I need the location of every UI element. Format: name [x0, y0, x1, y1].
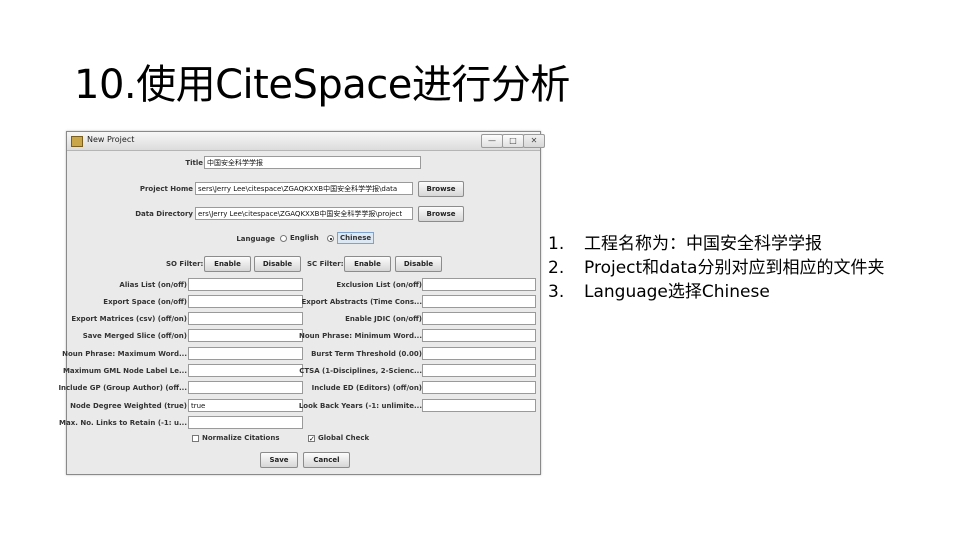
param-label-left: Noun Phrase: Maximum Word...: [62, 350, 187, 358]
param-input-right[interactable]: [422, 329, 536, 342]
list-item: 3. Language选择Chinese: [548, 280, 884, 304]
so-enable-button[interactable]: Enable: [204, 256, 251, 272]
data-directory-browse-button[interactable]: Browse: [418, 206, 464, 222]
param-label-left: Export Matrices (csv) (off/on): [71, 315, 187, 323]
language-label: Language: [236, 235, 275, 243]
param-input-left[interactable]: [188, 381, 303, 394]
param-input-right[interactable]: [422, 347, 536, 360]
param-label-right: CTSA (1-Disciplines, 2-Scienc...: [299, 367, 422, 375]
param-label-left: Alias List (on/off): [119, 281, 187, 289]
param-label-left: Max. No. Links to Retain (-1: u...: [59, 419, 187, 427]
param-input-left[interactable]: true: [188, 399, 303, 412]
maximize-button[interactable]: □: [502, 134, 524, 148]
minimize-button[interactable]: —: [481, 134, 503, 148]
dialog-title: New Project: [87, 135, 135, 144]
param-input-left[interactable]: [188, 347, 303, 360]
new-project-dialog: New Project — □ ✕ Title 中国安全科学学报 Project…: [58, 131, 545, 475]
sc-disable-button[interactable]: Disable: [395, 256, 442, 272]
param-input-left[interactable]: [188, 312, 303, 325]
global-check-label: Global Check: [318, 434, 370, 442]
list-number: 2.: [548, 258, 565, 278]
param-input-right[interactable]: [422, 278, 536, 291]
param-label-left: Maximum GML Node Label Le...: [62, 367, 187, 375]
cancel-button[interactable]: Cancel: [303, 452, 350, 468]
project-home-label: Project Home: [139, 185, 193, 193]
param-label-right: Noun Phrase: Minimum Word...: [299, 332, 422, 340]
param-input-right[interactable]: [422, 399, 536, 412]
param-label-right: Include ED (Editors) (off/on): [311, 384, 422, 392]
param-input-left[interactable]: [188, 416, 303, 429]
list-item: 1. 工程名称为：中国安全科学学报: [548, 232, 884, 256]
param-input-right[interactable]: [422, 364, 536, 377]
normalize-citations-checkbox[interactable]: [192, 435, 199, 442]
notes-list: 1. 工程名称为：中国安全科学学报 2. Project和data分别对应到相应的文…: [548, 232, 884, 304]
project-home-input[interactable]: sers\Jerry Lee\citespace\ZGAQKXXB中国安全科学学…: [195, 182, 413, 195]
sc-filter-label: SC Filter:: [307, 260, 344, 268]
param-label-right: Look Back Years (-1: unlimite...: [298, 402, 422, 410]
title-input[interactable]: 中国安全科学学报: [204, 156, 421, 169]
param-input-left[interactable]: [188, 329, 303, 342]
chinese-radio[interactable]: [327, 235, 334, 242]
list-item: 2. Project和data分别对应到相应的文件夹: [548, 256, 884, 280]
english-label: English: [290, 234, 319, 242]
dialog-titlebar[interactable]: New Project — □ ✕: [67, 132, 545, 151]
data-directory-input[interactable]: ers\Jerry Lee\citespace\ZGAQKXXB中国安全科学学报…: [195, 207, 413, 220]
param-label-right: Exclusion List (on/off): [336, 281, 422, 289]
slide-title: 10.使用CiteSpace进行分析: [74, 62, 570, 108]
param-label-right: Export Abstracts (Time Cons...: [301, 298, 423, 306]
param-input-right[interactable]: [422, 312, 536, 325]
project-home-browse-button[interactable]: Browse: [418, 181, 464, 197]
list-text: Language选择Chinese: [584, 282, 770, 302]
param-label-left: Save Merged Slice (off/on): [82, 332, 187, 340]
title-label: Title: [185, 159, 203, 167]
param-label-left: Node Degree Weighted (true): [70, 402, 187, 410]
so-disable-button[interactable]: Disable: [254, 256, 301, 272]
so-filter-label: SO Filter:: [166, 260, 204, 268]
param-input-right[interactable]: [422, 295, 536, 308]
list-text: 工程名称为：中国安全科学学报: [584, 234, 822, 254]
param-input-right[interactable]: [422, 381, 536, 394]
param-input-left[interactable]: [188, 364, 303, 377]
list-text: Project和data分别对应到相应的文件夹: [584, 258, 885, 278]
app-icon: [71, 136, 83, 147]
param-label-right: Burst Term Threshold (0.00): [311, 350, 422, 358]
param-label-right: Enable JDIC (on/off): [345, 315, 422, 323]
save-button[interactable]: Save: [260, 452, 298, 468]
list-number: 1.: [548, 234, 565, 254]
global-check-checkbox[interactable]: ✓: [308, 435, 315, 443]
sc-enable-button[interactable]: Enable: [344, 256, 391, 272]
list-number: 3.: [548, 282, 565, 302]
chinese-label: Chinese: [337, 232, 375, 244]
param-label-left: Export Space (on/off): [103, 298, 187, 306]
close-button[interactable]: ✕: [523, 134, 545, 148]
param-input-left[interactable]: [188, 278, 303, 291]
english-radio[interactable]: [280, 235, 287, 242]
param-input-left[interactable]: [188, 295, 303, 308]
param-label-left: Include GP (Group Author) (off...: [58, 384, 187, 392]
normalize-citations-label: Normalize Citations: [202, 434, 280, 442]
data-directory-label: Data Directory: [135, 210, 193, 218]
